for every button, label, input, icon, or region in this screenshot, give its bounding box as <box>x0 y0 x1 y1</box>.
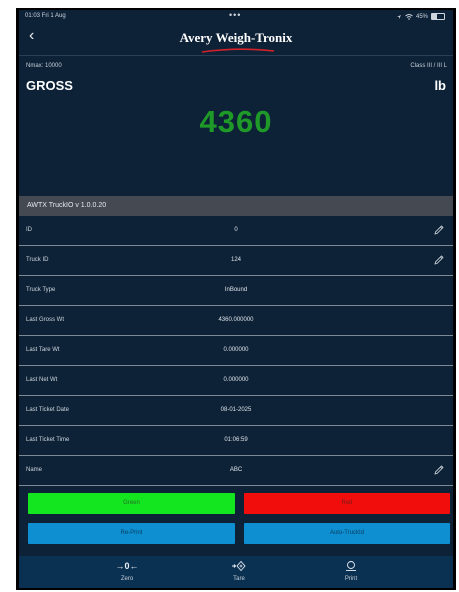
row-last-net: Last Net Wt 0.000000 <box>19 366 453 396</box>
red-button[interactable]: Red <box>244 493 450 514</box>
status-time: 01:03 Fri 1 Aug <box>25 13 66 19</box>
truck-info-list: ID 0 Truck ID 124 Truck Type InBound Las… <box>19 216 453 486</box>
row-value: 0.000000 <box>223 377 249 383</box>
print-label: Print <box>344 576 358 582</box>
tare-icon <box>209 559 269 573</box>
auto-truckid-button[interactable]: Auto-TruckId <box>244 523 450 544</box>
tare-label: Tare <box>233 576 245 582</box>
row-ticket-time: Last Ticket Time 01:06:59 <box>19 426 453 456</box>
green-button[interactable]: Green <box>28 493 235 514</box>
zero-label: Zero <box>120 576 134 582</box>
print-tab[interactable]: Print <box>321 559 381 582</box>
battery-icon <box>431 13 445 20</box>
row-value: InBound <box>224 287 248 293</box>
row-value: 01:06:59 <box>224 437 248 443</box>
weight-unit: lb <box>434 78 446 93</box>
row-value: ABC <box>229 467 243 473</box>
zero-tab[interactable]: →0← Zero <box>97 559 157 582</box>
reprint-button[interactable]: Re-Print <box>28 523 235 544</box>
wifi-icon <box>405 13 413 20</box>
status-indicators: 45% <box>396 13 445 20</box>
print-icon <box>321 559 381 573</box>
logo-swoosh-icon <box>201 48 275 53</box>
nmax-label: Nmax: 10000 <box>26 63 62 69</box>
row-value: 4360.000000 <box>218 317 254 323</box>
device-frame: 01:03 Fri 1 Aug ••• 45% ‹ Avery Weigh-Tr… <box>16 8 456 590</box>
weight-display: 4360 <box>199 104 273 139</box>
location-icon <box>396 14 401 19</box>
row-value: 08-01-2025 <box>220 407 252 413</box>
row-value: 0 <box>234 227 238 233</box>
row-truck-id: Truck ID 124 <box>19 246 453 276</box>
battery-percent: 45% <box>415 13 428 20</box>
edit-pencil-icon[interactable] <box>433 254 445 266</box>
row-value: 0.000000 <box>223 347 249 353</box>
multitask-dots[interactable]: ••• <box>229 10 241 20</box>
nav-bar: ‹ Avery Weigh-Tronix <box>19 24 453 54</box>
header-divider <box>19 55 453 56</box>
row-value: 124 <box>230 257 241 263</box>
row-id: ID 0 <box>19 216 453 246</box>
bottom-toolbar: →0← Zero Tare Print <box>19 556 453 588</box>
status-bar: 01:03 Fri 1 Aug ••• 45% <box>19 10 453 24</box>
app-screen: 01:03 Fri 1 Aug ••• 45% ‹ Avery Weigh-Tr… <box>19 10 453 588</box>
class-label: Class III / III L <box>410 63 447 69</box>
brand-logo: Avery Weigh-Tronix <box>179 30 293 45</box>
edit-pencil-icon[interactable] <box>433 224 445 236</box>
row-ticket-date: Last Ticket Date 08-01-2025 <box>19 396 453 426</box>
row-truck-type: Truck Type InBound <box>19 276 453 306</box>
row-name: Name ABC <box>19 456 453 486</box>
tare-tab[interactable]: Tare <box>209 559 269 582</box>
weigh-mode: GROSS <box>26 78 73 93</box>
row-last-tare: Last Tare Wt 0.000000 <box>19 336 453 366</box>
edit-pencil-icon[interactable] <box>433 464 445 476</box>
section-header: AWTX TruckIO v 1.0.0.20 <box>19 196 453 216</box>
battery-fill <box>432 14 438 19</box>
section-title: AWTX TruckIO v 1.0.0.20 <box>27 202 107 209</box>
zero-icon: →0← <box>115 561 139 571</box>
row-last-gross: Last Gross Wt 4360.000000 <box>19 306 453 336</box>
